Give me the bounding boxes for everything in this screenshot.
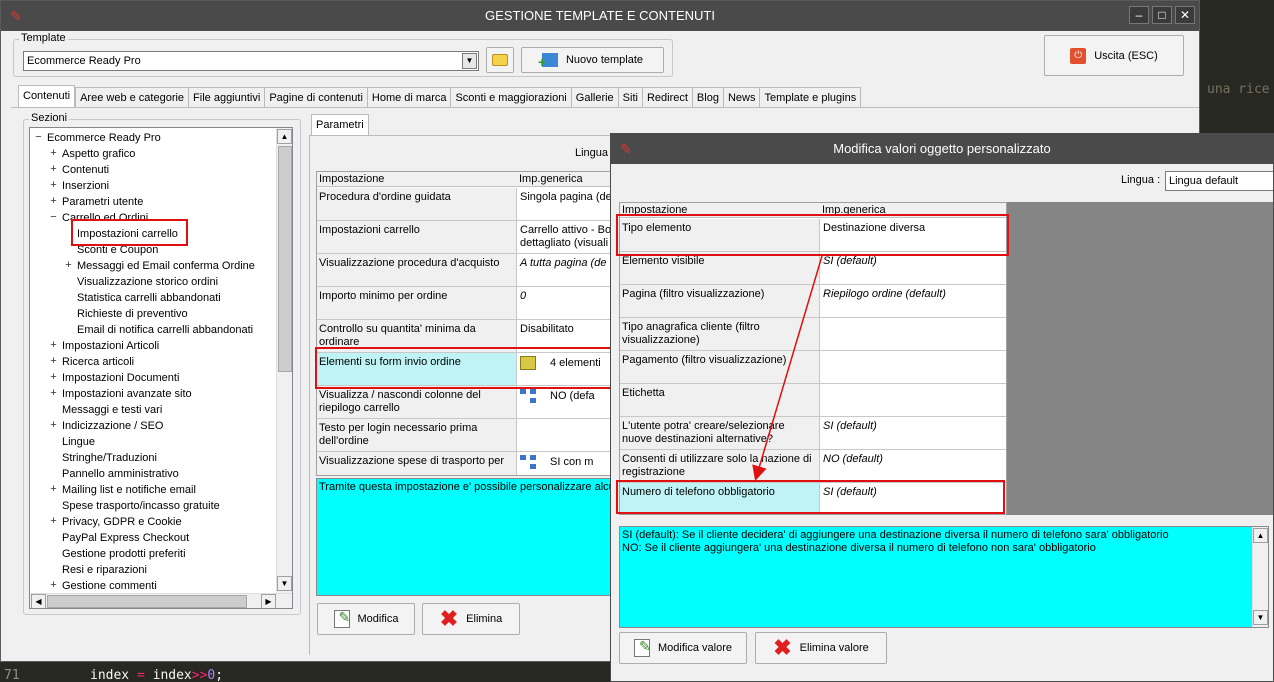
annotation-arrow xyxy=(752,255,823,481)
